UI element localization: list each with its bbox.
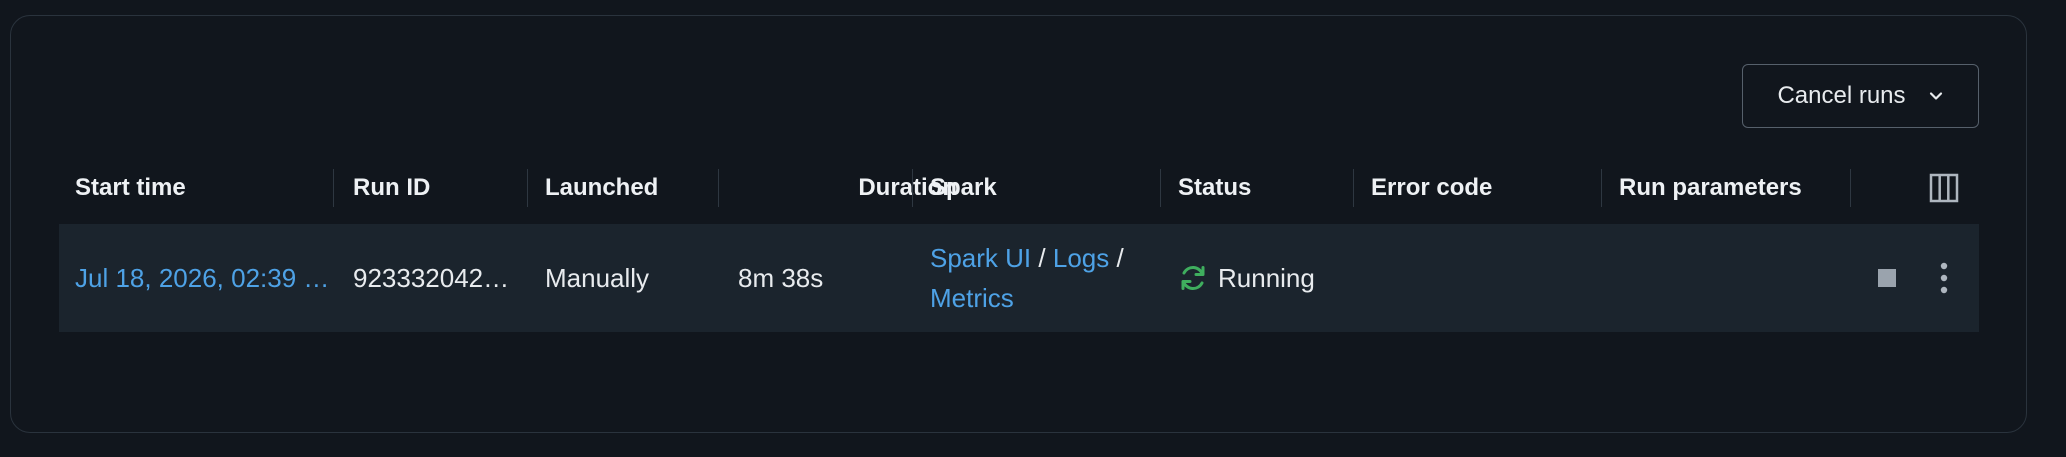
column-header-spark[interactable]: Spark bbox=[930, 166, 997, 210]
stop-icon bbox=[1878, 269, 1896, 287]
column-divider[interactable] bbox=[1850, 169, 1851, 207]
duration-cell: 8m 38s bbox=[738, 262, 824, 293]
spark-links-cell: Spark UI / Logs / Metrics bbox=[930, 238, 1150, 318]
table-row: Jul 18, 2026, 02:39 … 923332042… Manuall… bbox=[59, 224, 1979, 332]
spark-ui-link[interactable]: Spark UI bbox=[930, 243, 1031, 273]
columns-icon bbox=[1929, 173, 1959, 203]
column-header-start-time[interactable]: Start time bbox=[75, 166, 186, 210]
column-divider[interactable] bbox=[1601, 169, 1602, 207]
refresh-icon bbox=[1181, 265, 1205, 291]
column-header-run-id[interactable]: Run ID bbox=[353, 166, 430, 210]
link-separator: / bbox=[1116, 243, 1124, 273]
column-divider[interactable] bbox=[527, 169, 528, 207]
column-header-run-parameters[interactable]: Run parameters bbox=[1619, 166, 1802, 210]
column-header-launched[interactable]: Launched bbox=[545, 166, 658, 210]
launched-cell: Manually bbox=[545, 262, 650, 293]
cancel-runs-label: Cancel runs bbox=[1777, 82, 1906, 109]
row-actions-menu-button[interactable] bbox=[1930, 260, 1958, 296]
stop-run-button[interactable] bbox=[1871, 262, 1903, 294]
column-settings-button[interactable] bbox=[1929, 173, 1959, 203]
column-header-error-code[interactable]: Error code bbox=[1371, 166, 1492, 210]
column-divider[interactable] bbox=[1160, 169, 1161, 207]
cancel-runs-button[interactable]: Cancel runs bbox=[1742, 64, 1979, 128]
logs-link[interactable]: Logs bbox=[1053, 243, 1109, 273]
column-header-status[interactable]: Status bbox=[1178, 166, 1251, 210]
status-cell: Running bbox=[1178, 224, 1315, 332]
table-header: Start time Run ID Launched Duration Spar… bbox=[59, 166, 1979, 210]
kebab-menu-icon bbox=[1940, 262, 1948, 294]
column-divider[interactable] bbox=[912, 169, 913, 207]
column-divider[interactable] bbox=[333, 169, 334, 207]
start-time-link[interactable]: Jul 18, 2026, 02:39 … bbox=[75, 224, 329, 332]
metrics-link[interactable]: Metrics bbox=[930, 283, 1014, 313]
column-divider[interactable] bbox=[1353, 169, 1354, 207]
status-label: Running bbox=[1218, 262, 1315, 293]
link-separator: / bbox=[1038, 243, 1046, 273]
chevron-down-icon bbox=[1929, 92, 1942, 100]
run-id-cell: 923332042… bbox=[353, 262, 510, 293]
column-header-duration[interactable]: Duration bbox=[719, 166, 957, 210]
